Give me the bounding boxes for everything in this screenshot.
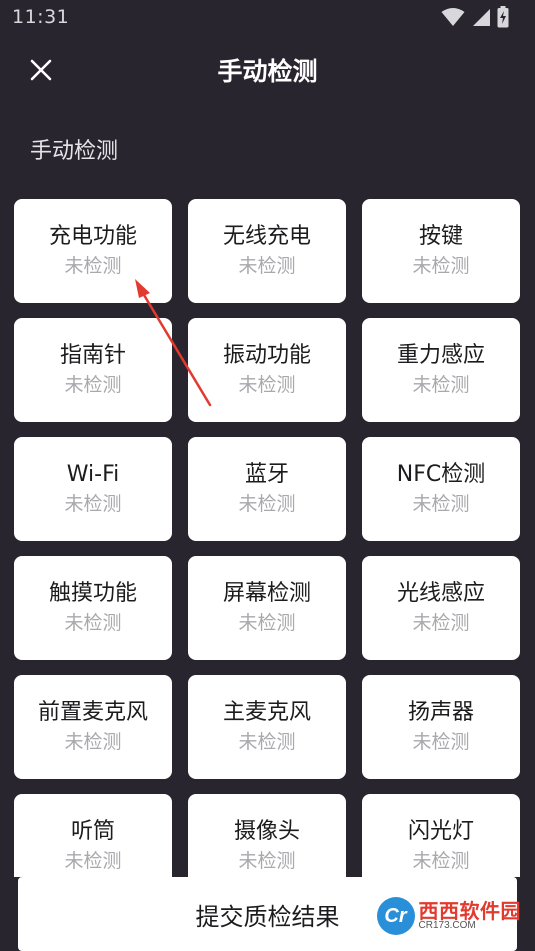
test-item-status: 未检测 <box>412 850 470 872</box>
watermark-logo: Cr <box>376 897 415 935</box>
test-item-card[interactable]: NFC检测 未检测 <box>362 437 520 541</box>
test-item-status: 未检测 <box>412 255 470 277</box>
test-item-name: 按键 <box>418 224 463 249</box>
test-item-name: 摄像头 <box>233 819 300 844</box>
watermark-text-wrap: 西西软件园 CR173.COM <box>419 901 522 931</box>
test-item-card[interactable]: 重力感应 未检测 <box>362 318 520 422</box>
test-item-name: 振动功能 <box>222 343 311 368</box>
test-item-card[interactable]: 光线感应 未检测 <box>362 556 520 660</box>
header: 手动检测 <box>0 38 535 100</box>
test-item-card[interactable]: 触摸功能 未检测 <box>14 556 172 660</box>
status-icons <box>441 6 509 28</box>
test-item-card[interactable]: 按键 未检测 <box>362 199 520 303</box>
test-item-card[interactable]: 蓝牙 未检测 <box>188 437 346 541</box>
test-item-card[interactable]: 指南针 未检测 <box>14 318 172 422</box>
test-item-name: 屏幕检测 <box>222 581 311 606</box>
test-item-name: 前置麦克风 <box>37 700 148 725</box>
status-bar: 11:31 <box>0 0 535 38</box>
test-item-status: 未检测 <box>412 731 470 753</box>
test-item-name: 无线充电 <box>222 224 311 249</box>
test-item-status: 未检测 <box>238 255 296 277</box>
test-item-card[interactable]: 屏幕检测 未检测 <box>188 556 346 660</box>
watermark-text: 西西软件园 <box>418 899 521 923</box>
battery-charging-icon <box>497 6 509 28</box>
test-item-name: 指南针 <box>59 343 126 368</box>
cellular-signal-icon <box>473 9 490 26</box>
wifi-icon <box>441 8 465 26</box>
test-item-name: 蓝牙 <box>244 462 289 487</box>
test-item-name: 光线感应 <box>396 581 485 606</box>
test-item-name: 触摸功能 <box>48 581 137 606</box>
test-item-card[interactable]: 摄像头 未检测 <box>188 794 346 879</box>
test-item-card[interactable]: 扬声器 未检测 <box>362 675 520 779</box>
test-item-name: 充电功能 <box>48 224 137 249</box>
test-item-name: Wi-Fi <box>66 462 120 487</box>
section-title: 手动检测 <box>30 139 119 164</box>
test-item-status: 未检测 <box>238 612 296 634</box>
test-item-name: NFC检测 <box>396 462 486 487</box>
test-item-status: 未检测 <box>238 374 296 396</box>
test-item-card[interactable]: Wi-Fi 未检测 <box>14 437 172 541</box>
test-item-name: 主麦克风 <box>222 700 311 725</box>
test-item-status: 未检测 <box>64 850 122 872</box>
test-item-status: 未检测 <box>238 731 296 753</box>
page-title: 手动检测 <box>217 57 318 86</box>
test-item-status: 未检测 <box>64 612 122 634</box>
test-items-grid: 充电功能 未检测 无线充电 未检测 按键 未检测 指南针 未检测 振动功能 未检… <box>14 199 521 879</box>
test-item-name: 扬声器 <box>407 700 474 725</box>
test-item-card[interactable]: 无线充电 未检测 <box>188 199 346 303</box>
test-item-card[interactable]: 听筒 未检测 <box>14 794 172 879</box>
test-item-card[interactable]: 充电功能 未检测 <box>14 199 172 303</box>
test-item-name: 听筒 <box>70 819 115 844</box>
test-item-status: 未检测 <box>64 374 122 396</box>
test-item-card[interactable]: 前置麦克风 未检测 <box>14 675 172 779</box>
test-item-status: 未检测 <box>412 493 470 515</box>
test-item-name: 重力感应 <box>396 343 485 368</box>
watermark-url: CR173.COM <box>418 920 476 931</box>
test-item-card[interactable]: 振动功能 未检测 <box>188 318 346 422</box>
status-time: 11:31 <box>12 6 70 28</box>
watermark: Cr 西西软件园 CR173.COM <box>376 897 522 935</box>
test-item-name: 闪光灯 <box>407 819 474 844</box>
test-item-status: 未检测 <box>412 612 470 634</box>
test-item-card[interactable]: 闪光灯 未检测 <box>362 794 520 879</box>
test-item-status: 未检测 <box>64 731 122 753</box>
test-item-status: 未检测 <box>412 374 470 396</box>
test-item-card[interactable]: 主麦克风 未检测 <box>188 675 346 779</box>
test-item-status: 未检测 <box>64 493 122 515</box>
test-item-status: 未检测 <box>238 850 296 872</box>
test-item-status: 未检测 <box>64 255 122 277</box>
test-item-status: 未检测 <box>238 493 296 515</box>
